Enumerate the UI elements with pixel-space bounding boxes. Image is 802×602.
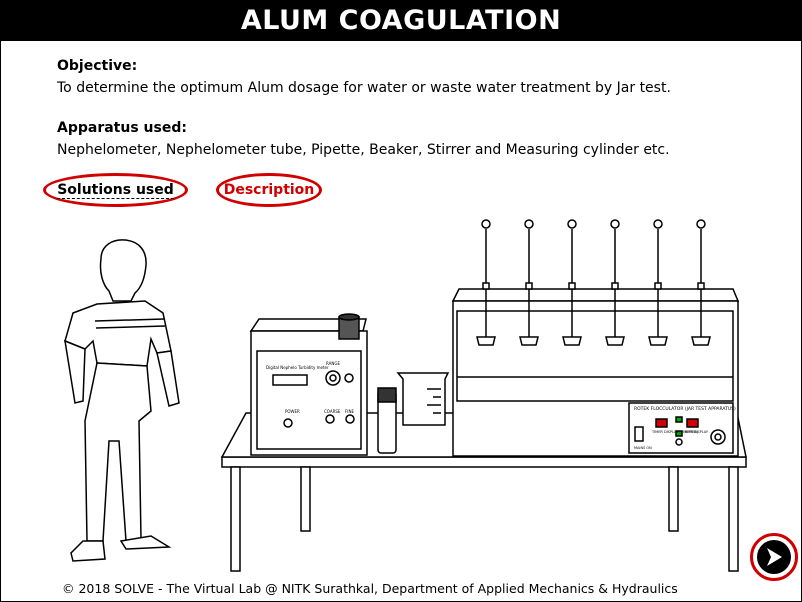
nephelometer-device: Digital Nephelo Turbidity meter RANGE PO… [249, 313, 368, 456]
apparatus-heading: Apparatus used: [57, 120, 187, 136]
apparatus-text: Nephelometer, Nephelometer tube, Pipette… [57, 142, 670, 158]
power-label: POWER [285, 409, 300, 414]
range-label: RANGE [326, 361, 340, 366]
next-button[interactable] [750, 533, 798, 581]
arrow-right-icon [757, 540, 791, 574]
footer-copyright: © 2018 SOLVE - The Virtual Lab @ NITK Su… [62, 581, 678, 596]
page-title: ALUM COAGULATION [1, 1, 801, 41]
rpm-display-label: RPM DISPLAY [685, 430, 709, 434]
lab-scene: Digital Nephelo Turbidity meter RANGE PO… [64, 219, 747, 572]
flocculator-name: ROTEK FLOCCULATOR (JAR TEST APPARATUS) [634, 406, 736, 412]
nephelometer-name: Digital Nephelo Turbidity meter [266, 365, 329, 370]
beaker [396, 372, 450, 426]
coarse-label: COARSE [324, 409, 341, 414]
objective-text: To determine the optimum Alum dosage for… [57, 80, 671, 96]
person-figure [64, 239, 180, 562]
description-label: Description [223, 182, 315, 198]
jar-test-apparatus: ROTEK FLOCCULATOR (JAR TEST APPARATUS) T… [451, 219, 740, 457]
mains-label: MAINS ON [634, 446, 652, 450]
objective-heading: Objective: [57, 58, 138, 74]
solutions-used-label: Solutions used [57, 181, 174, 199]
fine-label: FINE [345, 409, 354, 414]
nephelometer-tube [377, 387, 397, 454]
page-frame: ALUM COAGULATION Objective: To determine… [0, 0, 802, 602]
